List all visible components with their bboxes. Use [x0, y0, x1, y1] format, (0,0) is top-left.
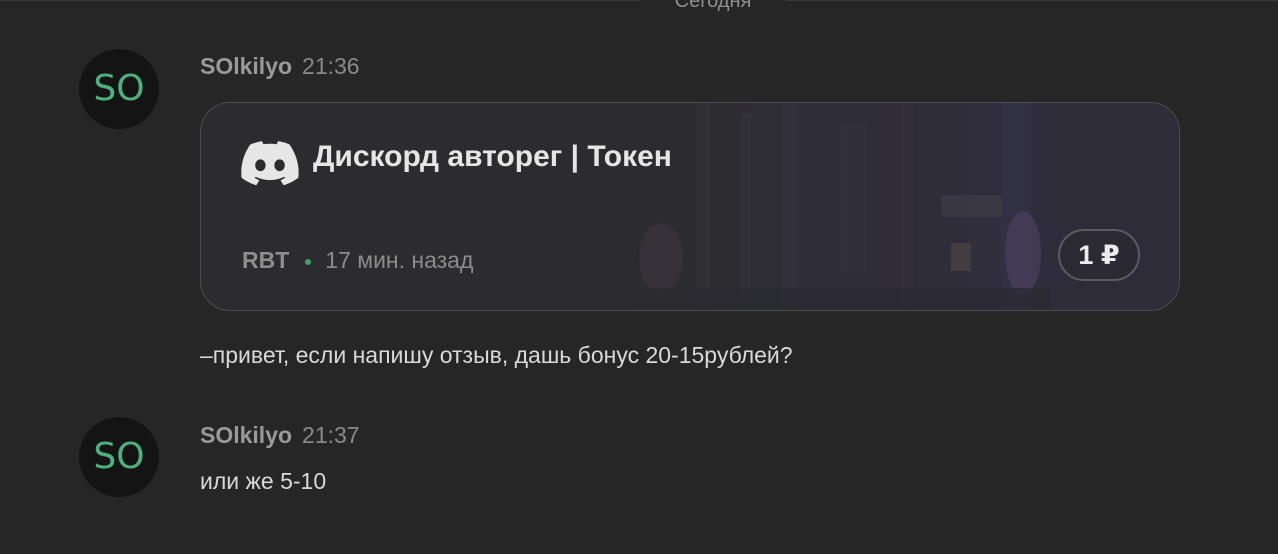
discord-icon: [241, 141, 299, 186]
avatar[interactable]: SO: [79, 49, 159, 129]
message-time: 21:36: [302, 53, 360, 79]
card-meta: RBT 17 мин. назад: [242, 245, 473, 275]
day-divider-label: Сегодня: [640, 0, 786, 14]
price-badge: 1 ₽: [1058, 229, 1140, 281]
posted-time: 17 мин. назад: [325, 247, 474, 273]
card-title[interactable]: Дискорд авторег | Токен: [313, 137, 672, 177]
author-name[interactable]: SOlkilyo: [200, 53, 292, 79]
message-header: SOlkilyo 21:36: [200, 52, 360, 80]
author-name[interactable]: SOlkilyo: [200, 422, 292, 448]
online-status-dot: [305, 258, 312, 265]
avatar[interactable]: SO: [79, 417, 159, 497]
card-background-art: [631, 103, 1051, 310]
day-divider-line: [0, 0, 1278, 1]
message-time: 21:37: [302, 422, 360, 448]
message-text: –привет, если напишу отзыв, дашь бонус 2…: [200, 342, 793, 368]
seller-name[interactable]: RBT: [242, 247, 289, 273]
message-header: SOlkilyo 21:37: [200, 421, 360, 449]
card-background-image: [201, 103, 1179, 310]
message-text: или же 5-10: [200, 468, 327, 494]
chat-page: Сегодня SO SOlkilyo 21:36 Дискорд авторе…: [0, 0, 1278, 554]
product-card[interactable]: Дискорд авторег | Токен RBT 17 мин. назад…: [200, 102, 1180, 311]
